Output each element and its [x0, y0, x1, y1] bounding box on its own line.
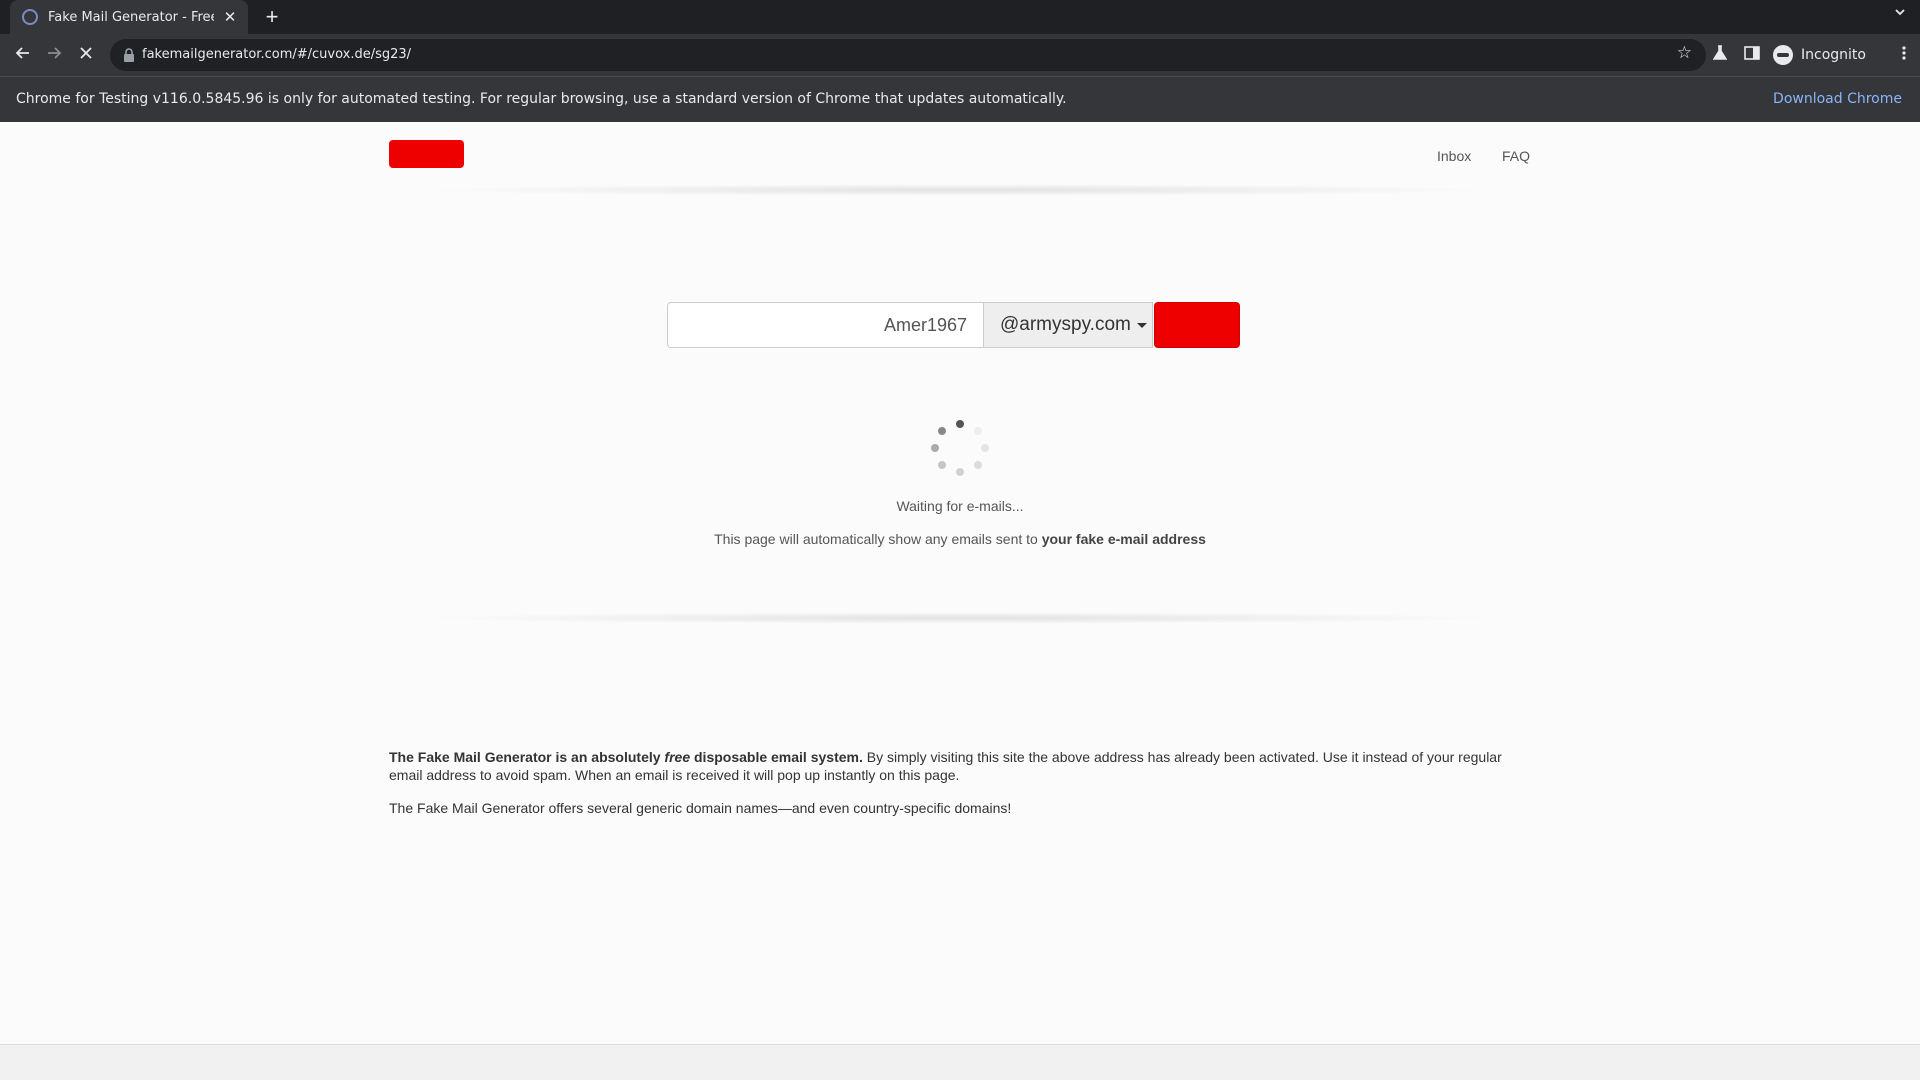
tab-strip: Fake Mail Generator - Free ✕ +: [0, 0, 1920, 34]
favicon-icon: [22, 9, 38, 25]
forward-arrow-icon: [48, 47, 62, 59]
flask-icon[interactable]: [1710, 45, 1730, 65]
stop-loading-button[interactable]: [73, 42, 99, 68]
about-lead-b: disposable email system.: [690, 749, 863, 765]
site-logo[interactable]: [389, 140, 464, 168]
back-button[interactable]: [10, 42, 36, 68]
about-section: The Fake Mail Generator is an absolutely…: [389, 748, 1531, 832]
infobar-message: Chrome for Testing v116.0.5845.96 is onl…: [16, 91, 1067, 107]
hint-emphasis: your fake e-mail address: [1041, 531, 1206, 547]
tab-title: Fake Mail Generator - Free: [48, 9, 214, 25]
close-icon: [80, 47, 92, 59]
status-bar: [0, 1044, 1920, 1080]
content-divider: [410, 612, 1510, 624]
username-input[interactable]: [667, 302, 983, 348]
domain-value: @armyspy.com: [1000, 314, 1131, 335]
page-viewport: Inbox FAQ @armyspy.com Waiting for e-mai…: [0, 122, 1920, 1044]
more-menu-icon[interactable]: [1902, 45, 1906, 66]
nav-link-faq[interactable]: FAQ: [1502, 148, 1530, 164]
about-lead-free: free: [664, 749, 691, 765]
address-bar[interactable]: fakemailgenerator.com/#/cuvox.de/sg23/ ☆: [110, 39, 1706, 71]
side-panel-icon[interactable]: [1742, 45, 1762, 65]
browser-tab[interactable]: Fake Mail Generator - Free ✕: [10, 0, 248, 34]
loading-spinner-icon: [931, 420, 989, 476]
forward-button[interactable]: [41, 42, 67, 68]
auto-refresh-hint: This page will automatically show any em…: [0, 531, 1920, 547]
about-paragraph-1: The Fake Mail Generator is an absolutely…: [389, 748, 1531, 784]
back-arrow-icon: [15, 47, 29, 59]
incognito-icon: [1773, 45, 1793, 65]
browser-toolbar: fakemailgenerator.com/#/cuvox.de/sg23/ ☆…: [0, 34, 1920, 76]
header-divider: [410, 184, 1510, 196]
caret-down-icon: [1136, 322, 1147, 328]
url-text[interactable]: fakemailgenerator.com/#/cuvox.de/sg23/: [142, 47, 411, 62]
hint-text: This page will automatically show any em…: [714, 531, 1042, 547]
about-lead-a: The Fake Mail Generator is an absolutely: [389, 749, 665, 765]
site-header: Inbox FAQ: [389, 122, 1531, 186]
profile-label: Incognito: [1801, 47, 1866, 63]
domain-dropdown[interactable]: @armyspy.com: [983, 302, 1153, 348]
email-address-form: @armyspy.com: [667, 302, 1240, 348]
generate-button[interactable]: [1154, 302, 1240, 348]
bookmark-star-icon[interactable]: ☆: [1677, 43, 1692, 63]
nav-link-inbox[interactable]: Inbox: [1437, 148, 1471, 164]
lock-icon[interactable]: [122, 47, 136, 63]
download-chrome-link[interactable]: Download Chrome: [1773, 91, 1902, 107]
new-tab-button[interactable]: +: [258, 3, 286, 31]
close-tab-icon[interactable]: ✕: [222, 8, 238, 26]
about-paragraph-2: The Fake Mail Generator offers several g…: [389, 800, 1012, 816]
incognito-profile-button[interactable]: Incognito: [1773, 42, 1866, 68]
waiting-status: Waiting for e-mails...: [896, 498, 1024, 514]
tab-search-chevron-icon[interactable]: [1894, 6, 1906, 21]
testing-infobar: Chrome for Testing v116.0.5845.96 is onl…: [0, 76, 1920, 122]
